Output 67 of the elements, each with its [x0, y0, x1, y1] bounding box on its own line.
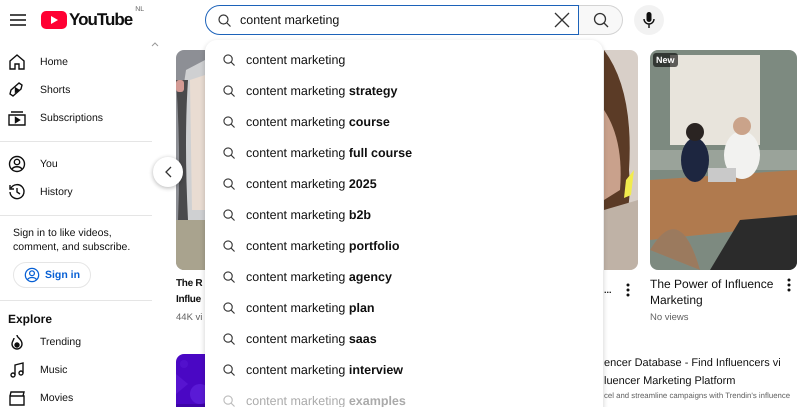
search-icon [592, 12, 608, 28]
suggestion-item[interactable]: content marketing saas [205, 323, 603, 354]
movies-icon [8, 389, 26, 407]
suggestion-item[interactable]: content marketing strategy [205, 75, 603, 106]
suggestion-item[interactable]: content marketing [205, 44, 603, 75]
search-icon [223, 116, 235, 128]
account-icon [24, 267, 40, 283]
video-title[interactable]: The R [176, 276, 205, 292]
sidebar-item[interactable]: You [0, 150, 152, 178]
suggestion-item[interactable]: content marketing b2b [205, 199, 603, 230]
new-badge: New [653, 53, 678, 67]
clear-icon[interactable] [554, 12, 570, 28]
suggestion-item[interactable]: content marketing plan [205, 292, 603, 323]
suggestion-item[interactable]: content marketing 2025 [205, 168, 603, 199]
play-logo-icon [41, 11, 67, 29]
ad-title[interactable]: luencer Marketing Platform [604, 372, 790, 390]
sidebar-item[interactable]: Music [0, 356, 152, 384]
sidebar-item[interactable]: Shorts [0, 76, 152, 104]
suggestion-item[interactable]: content marketing agency [205, 261, 603, 292]
more-icon[interactable] [626, 283, 630, 297]
suggestion-item[interactable]: content marketing course [205, 106, 603, 137]
search-button[interactable] [579, 5, 623, 35]
search-icon [223, 146, 235, 158]
previous-button[interactable] [153, 157, 183, 187]
chevron-left-icon [164, 166, 172, 178]
subscriptions-icon [8, 109, 26, 127]
history-icon [8, 183, 26, 201]
search-icon [223, 208, 235, 220]
scroll-up-icon[interactable] [151, 41, 159, 47]
search-icon [223, 270, 235, 282]
shorts-icon [8, 81, 26, 99]
search-icon [223, 54, 235, 66]
video-meta: 44K vi [176, 312, 204, 323]
video-title[interactable]: The Power of Influence Marketing [650, 276, 775, 308]
voice-search-button[interactable] [634, 5, 664, 35]
sidebar-item[interactable]: Home [0, 48, 152, 76]
video-meta: No views [650, 312, 690, 323]
menu-icon[interactable] [10, 14, 26, 26]
sidebar-item[interactable]: Trending [0, 328, 152, 356]
sidebar-item[interactable]: History [0, 178, 152, 206]
logo-wordmark[interactable]: YouTube [69, 10, 132, 30]
sidebar-item[interactable]: Movies [0, 384, 152, 407]
video-title[interactable]: ... [604, 285, 612, 295]
search-icon [223, 364, 235, 376]
section-heading: Explore [7, 311, 54, 328]
suggestion-item[interactable]: content marketing full course [205, 137, 603, 168]
ad-title[interactable]: encer Database - Find Influencers vi [604, 354, 790, 372]
suggestion-item[interactable]: content marketing interview [205, 354, 603, 385]
search-icon [223, 394, 235, 406]
you-icon [8, 155, 26, 173]
suggestion-item[interactable]: content marketing portfolio [205, 230, 603, 261]
more-icon[interactable] [787, 278, 791, 292]
video-title[interactable]: Influe [176, 292, 205, 308]
sign-in-button[interactable]: Sign in [13, 262, 91, 288]
search-icon [223, 84, 235, 96]
search-icon [223, 240, 235, 252]
search-icon [223, 332, 235, 344]
music-icon [8, 361, 26, 379]
microphone-icon [643, 12, 655, 28]
search-icon [223, 178, 235, 190]
sidebar-item[interactable]: Subscriptions [0, 104, 152, 132]
sign-in-prompt: Sign in to like videos, comment, and subscribe. [13, 226, 132, 254]
search-field[interactable]: content marketing [205, 5, 579, 35]
search-icon [218, 14, 231, 26]
home-icon [8, 53, 26, 71]
search-input[interactable]: content marketing [240, 13, 545, 27]
search-icon [223, 302, 235, 314]
